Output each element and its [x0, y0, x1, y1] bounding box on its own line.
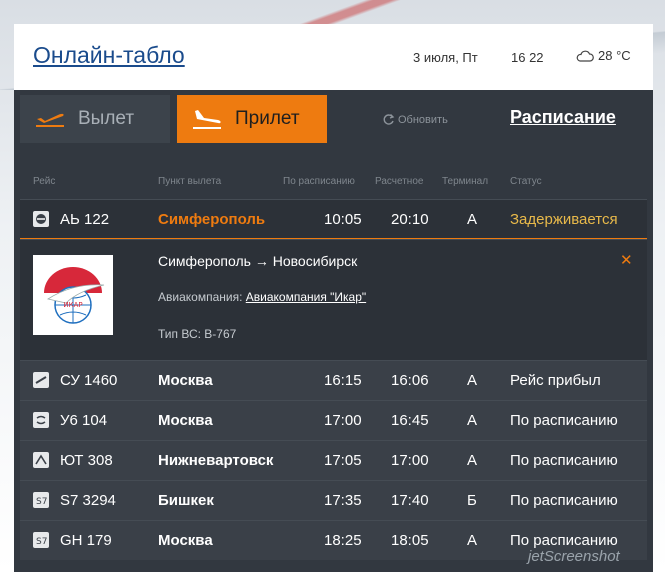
flight-status: По расписанию	[510, 412, 618, 429]
flight-status: Задерживается	[510, 211, 618, 228]
origin-city: Нижневартовск	[158, 452, 274, 469]
column-header-origin: Пункт вылета	[158, 176, 222, 187]
terminal: A	[467, 412, 478, 429]
origin-city: Москва	[158, 412, 213, 429]
origin-city: Москва	[158, 532, 213, 549]
flight-status: По расписанию	[510, 492, 618, 509]
table-row[interactable]: У6 104 Москва 17:00 16:45 A По расписани…	[20, 400, 647, 440]
flight-status: Рейс прибыл	[510, 372, 601, 389]
refresh-button[interactable]: Обновить	[382, 113, 448, 126]
refresh-label: Обновить	[398, 113, 448, 126]
page-title[interactable]: Онлайн-табло	[33, 42, 185, 69]
airline-logo-text: ИКАР	[63, 301, 82, 309]
svg-text:S7: S7	[36, 497, 47, 506]
scheduled-time: 17:05	[324, 452, 362, 469]
scheduled-time: 10:05	[324, 211, 362, 228]
airline-logo: ИКАР	[33, 255, 113, 335]
aircraft-type: Тип ВС: B-767	[158, 327, 237, 341]
terminal: A	[467, 211, 478, 228]
table-row[interactable]: S7 S7 3294 Бишкек 17:35 17:40 Б По распи…	[20, 480, 647, 520]
flight-number: СУ 1460	[60, 372, 118, 389]
table-row[interactable]: ЮТ 308 Нижневартовск 17:05 17:00 A По ра…	[20, 440, 647, 480]
flight-status: По расписанию	[510, 532, 618, 549]
terminal: Б	[467, 492, 477, 509]
header: Онлайн-табло 3 июля, Пт 16 22 28 °C	[14, 24, 653, 90]
airline-info: Авиакомпания: Авиакомпания "Икар"	[158, 288, 378, 307]
estimated-time: 18:05	[391, 532, 429, 549]
flights-table: АЬ 122 Симферополь 10:05 20:10 A Задержи…	[20, 199, 647, 560]
airline-logo-icon	[33, 372, 49, 388]
scheduled-time: 18:25	[324, 532, 362, 549]
scheduled-time: 17:35	[324, 492, 362, 509]
terminal: A	[467, 532, 478, 549]
refresh-icon	[383, 114, 395, 125]
close-icon[interactable]: ✕	[620, 251, 633, 269]
route: Симферополь → Новосибирск	[158, 253, 358, 269]
estimated-time: 17:40	[391, 492, 429, 509]
column-header-flight: Рейс	[33, 176, 56, 187]
column-header-estimated: Расчетное	[375, 176, 424, 187]
temperature: 28 °C	[598, 48, 631, 63]
estimated-time: 16:06	[391, 372, 429, 389]
tab-departure[interactable]: Вылет	[20, 95, 170, 143]
watermark: jetScreenshot	[528, 548, 620, 565]
column-header-terminal: Терминал	[442, 176, 489, 187]
tab-arrival-label: Прилет	[235, 108, 300, 129]
flight-status: По расписанию	[510, 452, 618, 469]
flight-number: S7 3294	[60, 492, 116, 509]
terminal: A	[467, 452, 478, 469]
airline-logo-icon: S7	[33, 492, 49, 508]
tab-arrival[interactable]: Прилет	[177, 95, 327, 143]
airline-logo-icon	[33, 452, 49, 468]
origin-city: Бишкек	[158, 492, 214, 509]
flight-number: ЮТ 308	[60, 452, 113, 469]
arrival-plane-icon	[193, 110, 221, 129]
airline-logo-icon	[33, 211, 49, 227]
time-display: 16 22	[511, 50, 544, 65]
column-header-status: Статус	[510, 176, 542, 187]
terminal: A	[467, 372, 478, 389]
airline-logo-icon: S7	[33, 532, 49, 548]
estimated-time: 20:10	[391, 211, 429, 228]
scheduled-time: 16:15	[324, 372, 362, 389]
flight-board: Вылет Прилет Обновить Расписание Рейс Пу…	[14, 90, 653, 572]
departure-plane-icon	[36, 113, 64, 127]
table-row[interactable]: СУ 1460 Москва 16:15 16:06 A Рейс прибыл	[20, 360, 647, 400]
origin-city: Москва	[158, 372, 213, 389]
flight-number: У6 104	[60, 412, 108, 429]
schedule-link[interactable]: Расписание	[510, 107, 616, 128]
scheduled-time: 17:00	[324, 412, 362, 429]
origin-city: Симферополь	[158, 211, 266, 228]
flight-number: GH 179	[60, 532, 112, 549]
estimated-time: 16:45	[391, 412, 429, 429]
airline-logo-icon	[33, 412, 49, 428]
table-row[interactable]: АЬ 122 Симферополь 10:05 20:10 A Задержи…	[20, 199, 647, 239]
airline-link[interactable]: Авиакомпания "Икар"	[246, 290, 366, 304]
estimated-time: 17:00	[391, 452, 429, 469]
tab-departure-label: Вылет	[78, 108, 135, 129]
cloud-icon	[576, 50, 594, 62]
column-header-scheduled: По расписанию	[283, 176, 355, 187]
airline-label: Авиакомпания:	[158, 290, 243, 304]
flight-detail-panel: ИКАР Симферополь → Новосибирск Авиакомпа…	[20, 239, 647, 360]
date-display: 3 июля, Пт	[413, 50, 478, 65]
flight-number: АЬ 122	[60, 211, 110, 228]
weather-display: 28 °C	[576, 48, 631, 63]
svg-text:S7: S7	[36, 537, 47, 546]
